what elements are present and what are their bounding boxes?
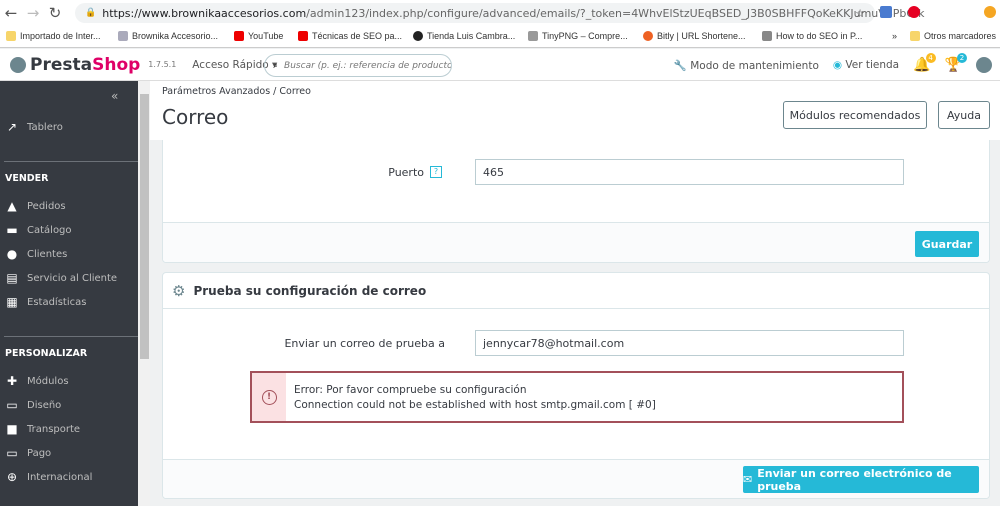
sidebar-item-design[interactable]: ▭ Diseño [5,398,61,412]
account-icon[interactable] [976,57,992,73]
search-input[interactable]: ⌕ Buscar (p. ej.: referencia de producto,… [264,54,452,77]
reload-icon[interactable]: ↻ [44,4,66,22]
error-title: Error: Por favor compruebe su configurac… [294,384,527,396]
bookmark[interactable]: YouTube [234,31,283,41]
sidebar-item-orders[interactable]: ▲ Pedidos [5,199,65,213]
bookmark[interactable]: Brownika Accesorio... [118,31,218,41]
basket-icon: ▲ [7,199,17,213]
extension-icon[interactable] [880,6,892,18]
gear-icon: ⚙ [172,281,186,300]
scrollbar-thumb[interactable] [140,94,149,359]
bookmark[interactable]: TinyPNG – Compre... [528,31,628,41]
prestashop-logo[interactable]: Presta Shop 1.7.5.1 [10,55,176,75]
bookmark-folder[interactable]: Otros marcadores [910,31,996,41]
collapse-sidebar-button[interactable]: « [111,89,118,103]
logo-icon [10,56,26,73]
send-test-email-button[interactable]: ✉ Enviar un correo electrónico de prueba [743,466,979,493]
puzzle-icon: ✚ [6,374,18,388]
globe-icon: ⊕ [6,470,18,484]
eye-icon: ◉ [832,59,843,71]
truck-icon: ■ [6,422,18,436]
browser-toolbar: ← → ↻ 🔒 https://www.brownikaaccesorios.co… [0,0,1000,26]
notifications-button[interactable]: 🔔 4 [913,53,936,73]
sidebar-item-international[interactable]: ⊕ Internacional [5,470,92,484]
user-icon: ● [6,247,18,261]
sidebar-item-customers[interactable]: ● Clientes [5,247,68,261]
search-icon: ⌕ [273,60,279,71]
test-email-input[interactable]: jennycar78@hotmail.com [475,330,904,356]
wrench-icon: 🔧 [673,59,687,72]
sidebar-item-shipping[interactable]: ■ Transporte [5,422,80,436]
card-icon: ▭ [6,446,18,460]
page-header: Parámetros Avanzados / Correo Correo Mód… [150,81,1000,140]
sidebar-item-customer-service[interactable]: ▤ Servicio al Cliente [5,271,117,285]
profile-icon[interactable] [984,6,996,18]
sidebar-item-catalog[interactable]: ▬ Catálogo [5,223,71,237]
trophy-button[interactable]: 🏆 2 [945,53,967,73]
sidebar-divider [4,336,138,337]
sidebar-item-payment[interactable]: ▭ Pago [5,446,51,460]
chat-icon: ▤ [6,271,18,285]
card-footer: Guardar [163,222,989,262]
forward-icon[interactable]: → [22,4,44,22]
section-title: VENDER [5,173,49,184]
card-footer: ✉ Enviar un correo electrónico de prueba [163,459,989,498]
alert-icon: ! [261,389,277,405]
test-email-card: ⚙ Prueba su configuración de correo Envi… [162,272,990,499]
bookmark[interactable]: Tienda Luis Cambra... [413,31,515,41]
error-detail: Connection could not be established with… [294,399,656,411]
recommended-modules-button[interactable]: Módulos recomendados [783,101,927,129]
card-header: ⚙ Prueba su configuración de correo [163,273,989,309]
store-icon: ▬ [6,223,18,237]
error-alert: ! Error: Por favor compruebe su configur… [250,371,904,423]
bookmark[interactable]: Técnicas de SEO pa... [298,31,402,41]
admin-header: Presta Shop 1.7.5.1 Acceso Rápido ▾ ⌕ Busca… [0,49,1000,81]
bookmarks-bar: Importado de Inter... Brownika Accesorio… [0,26,1000,48]
smtp-settings-card: Puerto ? 465 Guardar [162,140,990,263]
more-bookmarks[interactable]: » [892,31,897,41]
monitor-icon: ▭ [6,398,18,412]
address-bar[interactable]: 🔒 https://www.brownikaaccesorios.com/admi… [75,3,924,23]
help-icon[interactable]: ? [430,166,442,178]
view-store-link[interactable]: ◉ Ver tienda [833,59,899,71]
save-button[interactable]: Guardar [915,231,979,257]
port-label: Puerto [388,166,424,179]
bookmark[interactable]: Importado de Inter... [6,31,101,41]
bookmark[interactable]: How to do SEO in P... [762,31,862,41]
port-input[interactable]: 465 [475,159,904,185]
chart-icon: ▦ [6,295,18,309]
page-title: Correo [162,105,229,129]
section-title: PERSONALIZAR [5,348,88,359]
sidebar: « ↗ Tablero VENDER ▲ Pedidos ▬ Catálogo ● Cl… [0,81,138,506]
bookmark[interactable]: Bitly | URL Shortene... [643,31,746,41]
sidebar-item-stats[interactable]: ▦ Estadísticas [5,295,86,309]
card-title: Prueba su configuración de correo [193,283,427,298]
lock-icon: 🔒 [85,8,97,18]
trending-icon: ↗ [6,120,18,134]
back-icon[interactable]: ← [0,4,22,22]
star-icon[interactable]: ☆ [855,7,865,20]
help-button[interactable]: Ayuda [938,101,990,129]
sidebar-item-dashboard[interactable]: ↗ Tablero [5,120,63,134]
maintenance-link[interactable]: 🔧 Modo de mantenimiento [674,59,819,72]
sidebar-divider [4,161,138,162]
send-test-label: Enviar un correo de prueba a [284,337,445,350]
envelope-icon: ✉ [743,473,753,486]
sidebar-item-modules[interactable]: ✚ Módulos [5,374,69,388]
pinterest-icon[interactable] [908,6,920,18]
breadcrumb[interactable]: Parámetros Avanzados / Correo [162,86,311,97]
